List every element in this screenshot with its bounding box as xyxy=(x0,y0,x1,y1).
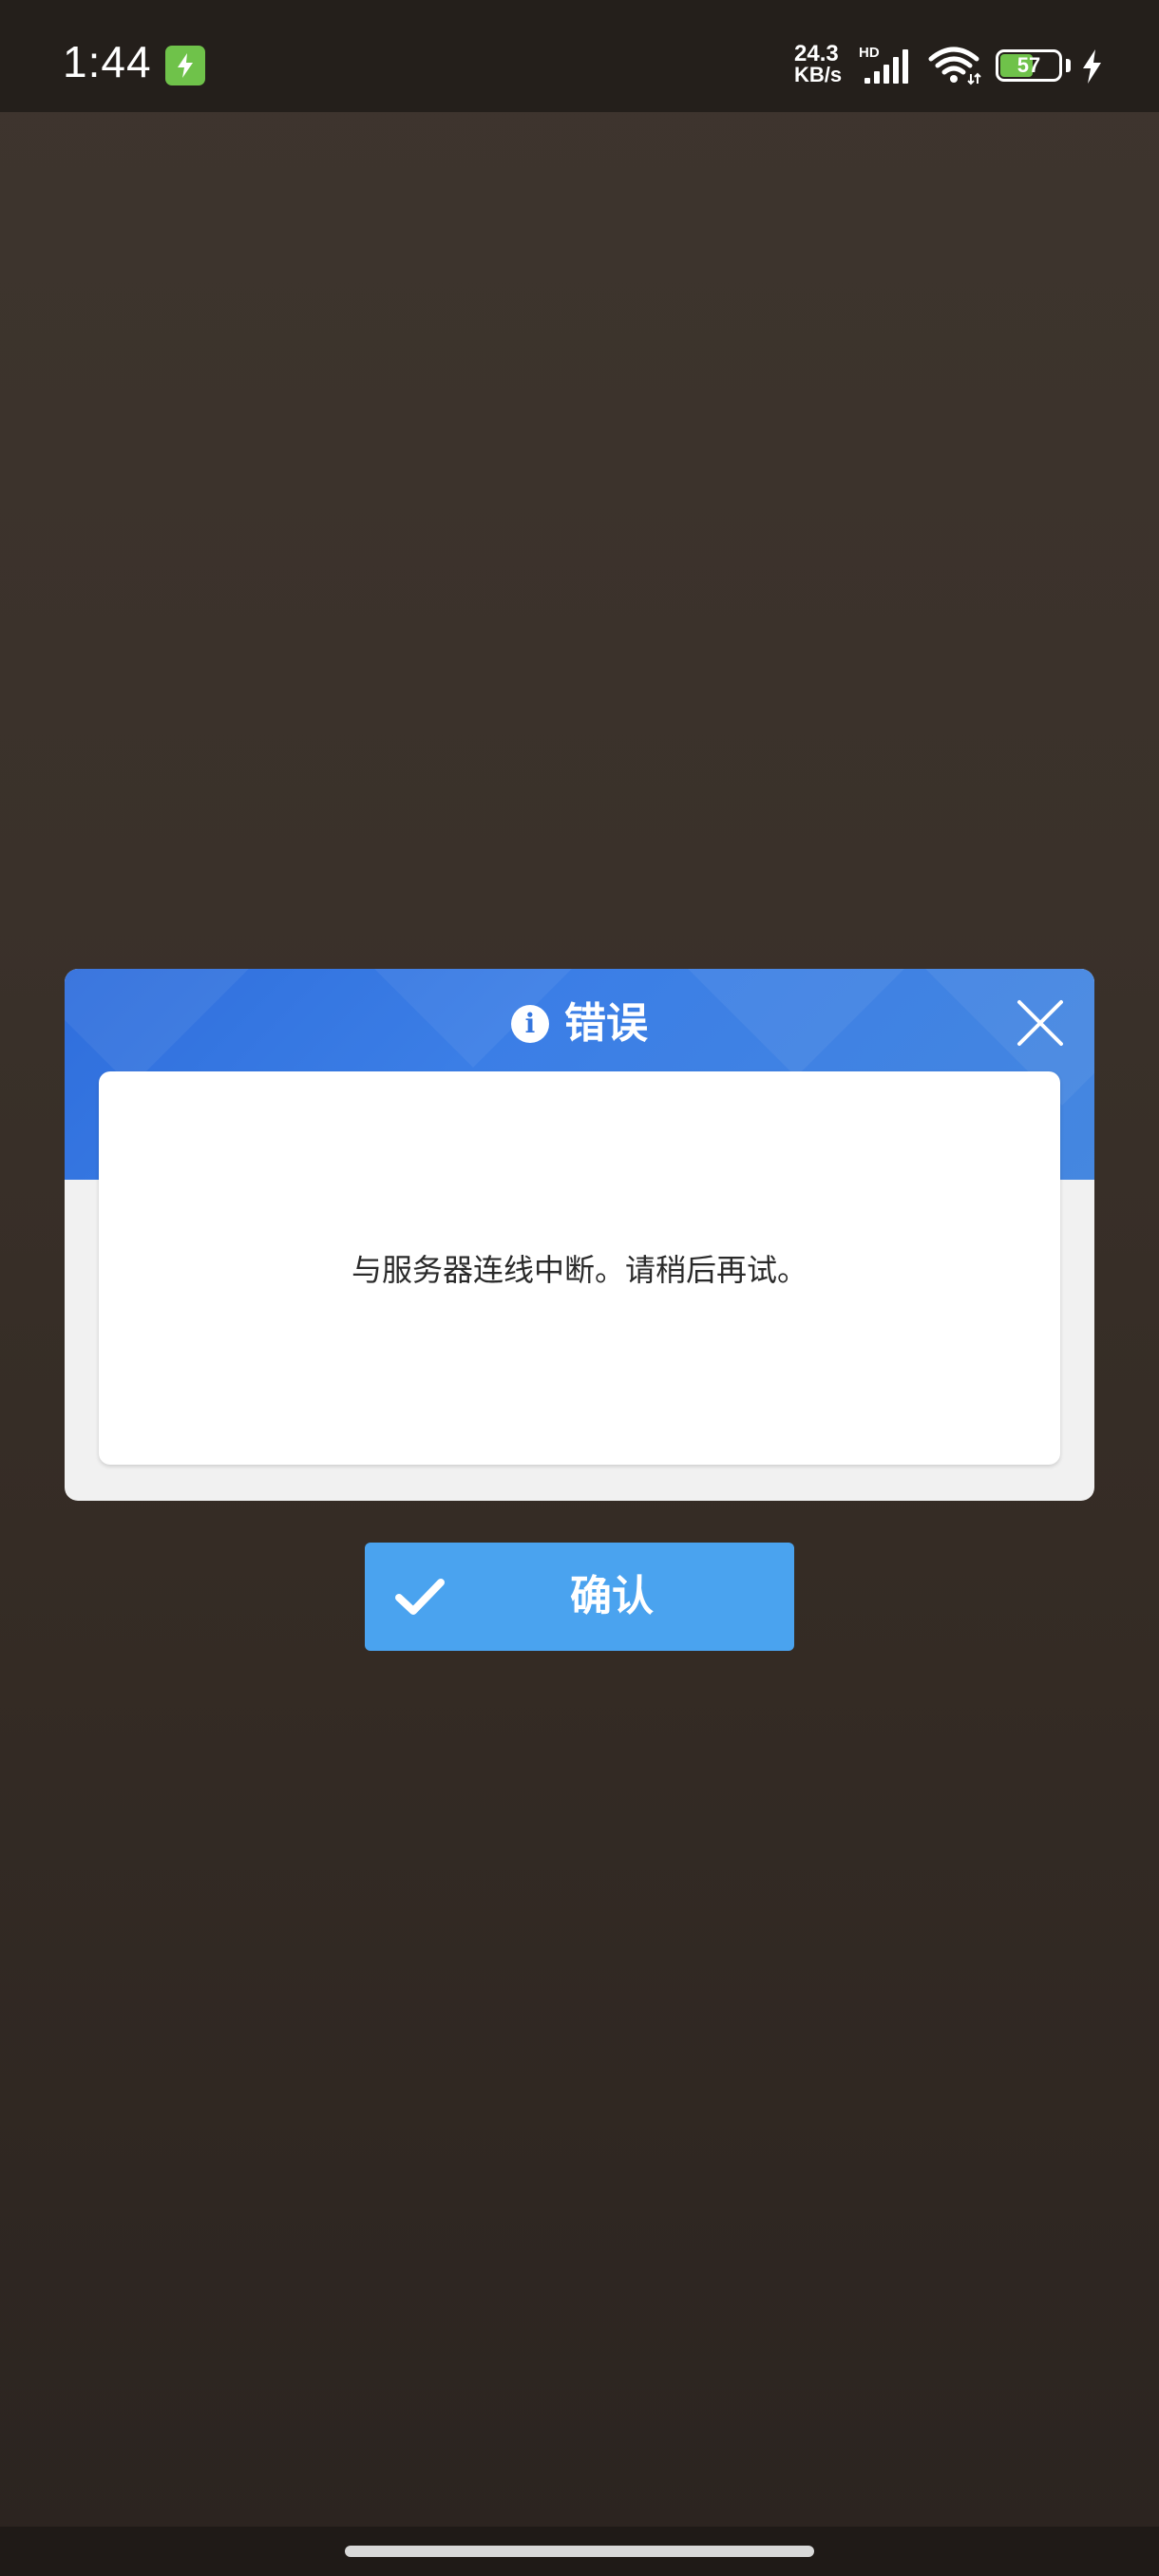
dialog-title: 错误 xyxy=(564,999,648,1048)
network-type-label: HD xyxy=(859,45,880,61)
battery-percent: 57 xyxy=(1016,53,1041,77)
battery-icon: 57 xyxy=(996,49,1062,82)
battery-tip xyxy=(1066,59,1071,72)
charging-bolt-icon xyxy=(1079,47,1104,89)
dialog-message: 与服务器连线中断。请稍后再试。 xyxy=(351,1252,808,1288)
charging-app-icon xyxy=(165,46,205,85)
network-speed-value: 24.3 xyxy=(794,41,839,66)
home-indicator[interactable] xyxy=(345,2546,814,2557)
error-dialog: i 错误 与服务器连线中断。请稍后再试。 xyxy=(65,969,1094,1501)
close-icon[interactable] xyxy=(1015,997,1066,1049)
confirm-button[interactable]: 确认 xyxy=(365,1543,794,1651)
network-speed: 24.3 KB/s xyxy=(794,41,843,86)
dialog-title-bar: i 错误 xyxy=(65,995,1094,1052)
status-time: 1:44 xyxy=(63,37,152,86)
signal-icon: HD xyxy=(859,44,916,89)
info-icon: i xyxy=(511,1005,549,1043)
wifi-icon xyxy=(927,46,984,89)
status-bar: 1:44 24.3 KB/s HD 57 xyxy=(0,0,1159,112)
network-speed-unit: KB/s xyxy=(794,63,843,86)
dialog-body: 与服务器连线中断。请稍后再试。 xyxy=(99,1071,1060,1465)
confirm-button-label: 确认 xyxy=(570,1572,654,1620)
